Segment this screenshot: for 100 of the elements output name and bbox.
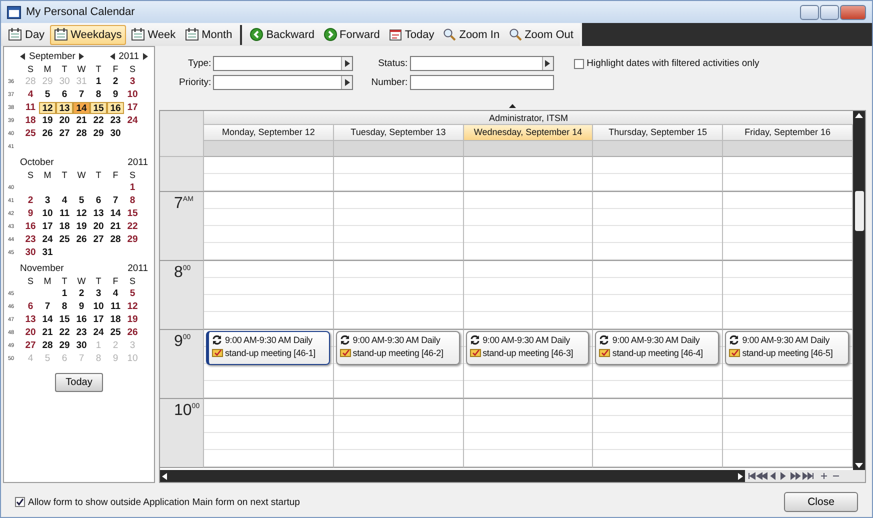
calendar-day[interactable]: 15 <box>90 102 107 114</box>
calendar-day[interactable]: 17 <box>124 102 141 114</box>
calendar-day[interactable]: 13 <box>90 208 107 220</box>
close-button[interactable]: Close <box>784 492 858 512</box>
scroll-down-icon[interactable] <box>855 463 863 468</box>
calendar-day[interactable]: 11 <box>107 300 124 312</box>
time-slot[interactable] <box>464 192 594 261</box>
calendar-day[interactable]: 15 <box>56 314 73 326</box>
time-slot[interactable] <box>204 192 334 261</box>
dropdown-arrow-icon[interactable] <box>344 79 350 86</box>
next-month-icon[interactable] <box>79 52 84 60</box>
toolbar-button[interactable]: Zoom In <box>439 24 504 44</box>
calendar-day[interactable]: 10 <box>39 208 56 220</box>
calendar-day[interactable]: 29 <box>90 128 107 140</box>
calendar-day[interactable]: 7 <box>39 300 56 312</box>
calendar-day[interactable]: 9 <box>107 88 124 100</box>
time-slot[interactable] <box>334 192 464 261</box>
calendar-day[interactable]: 12 <box>124 300 141 312</box>
time-slot[interactable] <box>464 399 594 468</box>
toolbar-button[interactable]: Today <box>384 24 438 44</box>
day-header[interactable]: Tuesday, September 13 <box>334 125 464 141</box>
calendar-day[interactable]: 14 <box>73 102 90 114</box>
time-slot[interactable] <box>593 399 724 468</box>
calendar-day[interactable]: 22 <box>90 114 107 126</box>
calendar-day[interactable]: 1 <box>124 182 141 194</box>
calendar-day[interactable]: 15 <box>124 208 141 220</box>
toolbar-button[interactable]: Month <box>180 24 236 44</box>
maximize-button[interactable] <box>820 4 839 20</box>
dropdown-arrow-icon[interactable] <box>545 60 550 67</box>
calendar-day[interactable]: 4 <box>56 194 73 206</box>
toolbar-button[interactable]: Weekdays <box>50 24 126 44</box>
day-header[interactable]: Friday, September 16 <box>723 125 853 141</box>
type-dropdown[interactable] <box>213 56 354 71</box>
dropdown-arrow-icon[interactable] <box>344 60 350 67</box>
time-slot[interactable] <box>464 261 594 330</box>
appointment[interactable]: 9:00 AM-9:30 AM Daily stand-up meeting [46-2] <box>336 331 460 365</box>
calendar-day[interactable]: 30 <box>73 340 90 352</box>
calendar-day[interactable]: 27 <box>56 128 73 140</box>
calendar-day[interactable]: 10 <box>90 300 107 312</box>
scrollbar-thumb[interactable] <box>854 190 864 230</box>
calendar-day[interactable]: 18 <box>107 314 124 326</box>
checkbox[interactable] <box>574 58 584 68</box>
appointment[interactable]: 9:00 AM-9:30 AM Daily stand-up meeting [46-5] <box>725 331 849 365</box>
calendar-day[interactable]: 26 <box>73 234 90 246</box>
today-button[interactable]: Today <box>55 373 103 392</box>
next-year-icon[interactable] <box>143 52 148 60</box>
calendar-day[interactable]: 5 <box>124 288 141 300</box>
time-slot[interactable] <box>593 157 724 192</box>
appointment[interactable]: 9:00 AM-9:30 AM Daily stand-up meeting [46-1] <box>206 331 330 365</box>
calendar-day[interactable]: 24 <box>39 234 56 246</box>
calendar-day[interactable]: 26 <box>39 128 56 140</box>
calendar-day[interactable]: 18 <box>56 220 73 232</box>
calendar-day[interactable]: 31 <box>39 246 56 258</box>
time-slot[interactable]: 9:00 AM-9:30 AM Daily stand-up meeting [46-3] <box>464 330 594 399</box>
time-slot[interactable] <box>464 157 594 192</box>
close-button[interactable] <box>840 4 866 20</box>
calendar-day[interactable]: 2 <box>107 76 124 88</box>
calendar-day[interactable]: 4 <box>22 88 39 100</box>
calendar-day[interactable]: 6 <box>56 88 73 100</box>
collapse-arrow-icon[interactable] <box>509 104 516 108</box>
calendar-day[interactable]: 22 <box>124 220 141 232</box>
calendar-day[interactable]: 19 <box>124 314 141 326</box>
priority-dropdown[interactable] <box>213 75 354 90</box>
status-dropdown[interactable] <box>410 56 554 71</box>
time-slot[interactable] <box>334 157 464 192</box>
calendar-day[interactable]: 30 <box>107 128 124 140</box>
calendar-day[interactable]: 20 <box>90 220 107 232</box>
calendar-day[interactable]: 28 <box>73 128 90 140</box>
calendar-day[interactable]: 25 <box>56 234 73 246</box>
calendar-day[interactable]: 2 <box>22 194 39 206</box>
calendar-day[interactable]: 8 <box>124 194 141 206</box>
calendar-day[interactable]: 8 <box>56 300 73 312</box>
calendar-day[interactable]: 8 <box>90 88 107 100</box>
calendar-day[interactable]: 2 <box>73 288 90 300</box>
calendar-day[interactable]: 5 <box>73 194 90 206</box>
calendar-day[interactable]: 22 <box>56 326 73 338</box>
calendar-day[interactable]: 26 <box>124 326 141 338</box>
calendar-day[interactable]: 19 <box>73 220 90 232</box>
record-navigator-drawing[interactable] <box>745 470 865 482</box>
calendar-day[interactable]: 1 <box>90 76 107 88</box>
calendar-day[interactable]: 1 <box>56 288 73 300</box>
time-slot[interactable]: 9:00 AM-9:30 AM Daily stand-up meeting [46-1] <box>204 330 334 399</box>
time-slot[interactable] <box>204 261 334 330</box>
calendar-day[interactable]: 24 <box>90 326 107 338</box>
calendar-day[interactable]: 25 <box>22 128 39 140</box>
calendar-day[interactable]: 25 <box>107 326 124 338</box>
minimize-button[interactable] <box>800 4 819 20</box>
day-header[interactable]: Thursday, September 15 <box>593 125 724 141</box>
previous-month-icon[interactable] <box>20 52 25 60</box>
previous-year-icon[interactable] <box>110 52 115 60</box>
time-slot[interactable] <box>204 399 334 468</box>
day-header[interactable]: Monday, September 12 <box>204 125 334 141</box>
calendar-day[interactable]: 28 <box>107 234 124 246</box>
time-slot[interactable]: 9:00 AM-9:30 AM Daily stand-up meeting [46-4] <box>593 330 724 399</box>
time-slot[interactable] <box>204 157 334 192</box>
calendar-day[interactable]: 14 <box>107 208 124 220</box>
day-header[interactable]: Wednesday, September 14 <box>464 125 594 141</box>
toolbar-button[interactable]: Week <box>126 24 180 44</box>
time-slot[interactable] <box>593 261 724 330</box>
calendar-day[interactable]: 24 <box>124 114 141 126</box>
